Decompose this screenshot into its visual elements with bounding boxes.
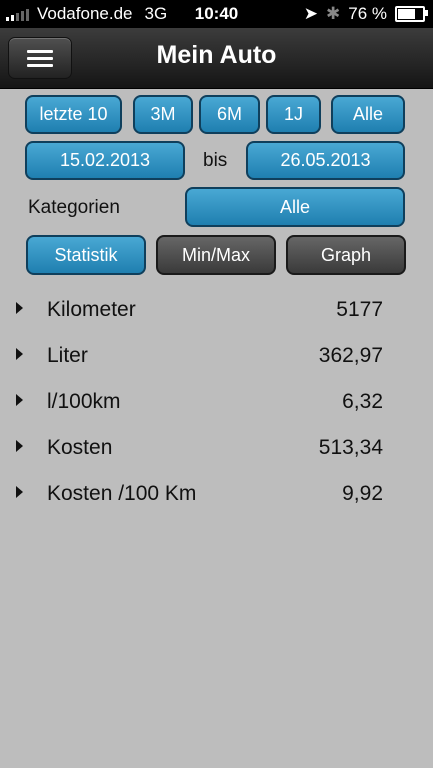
range-button-last10[interactable]: letzte 10 <box>25 95 122 134</box>
disclosure-triangle-icon <box>16 302 23 314</box>
stat-row-kosten[interactable]: Kosten 513,34 <box>0 428 433 468</box>
bluetooth-icon: ✱ <box>326 4 341 23</box>
range-button-alle[interactable]: Alle <box>331 95 405 134</box>
range-button-6m[interactable]: 6M <box>199 95 260 134</box>
stat-value: 9,92 <box>342 482 383 505</box>
stat-name: Liter <box>47 344 88 367</box>
status-right: ➤ ✱ 76 % <box>303 4 428 24</box>
stat-value: 5177 <box>336 298 383 321</box>
stat-row-kosten-100km[interactable]: Kosten /100 Km 9,92 <box>0 474 433 514</box>
disclosure-triangle-icon <box>16 348 23 360</box>
range-button-1j[interactable]: 1J <box>266 95 321 134</box>
date-from-button[interactable]: 15.02.2013 <box>25 141 185 180</box>
tab-minmax[interactable]: Min/Max <box>156 235 276 275</box>
stat-name: Kosten <box>47 436 113 459</box>
battery-icon <box>395 6 428 22</box>
navigation-bar: Mein Auto <box>0 28 433 89</box>
battery-percent: 76 % <box>348 4 387 23</box>
disclosure-triangle-icon <box>16 394 23 406</box>
stat-value: 362,97 <box>318 344 383 367</box>
tab-statistik[interactable]: Statistik <box>26 235 146 275</box>
stat-value: 513,34 <box>318 436 383 459</box>
stat-row-kilometer[interactable]: Kilometer 5177 <box>0 290 433 330</box>
stat-value: 6,32 <box>342 390 383 413</box>
stat-name: Kilometer <box>47 298 136 321</box>
category-select[interactable]: Alle <box>185 187 405 227</box>
disclosure-triangle-icon <box>16 440 23 452</box>
tab-graph[interactable]: Graph <box>286 235 406 275</box>
category-label: Kategorien <box>28 197 120 218</box>
status-bar: Vodafone.de 3G 10:40 ➤ ✱ 76 % <box>0 0 433 28</box>
location-icon: ➤ <box>303 4 318 23</box>
disclosure-triangle-icon <box>16 486 23 498</box>
range-button-3m[interactable]: 3M <box>133 95 193 134</box>
date-to-button[interactable]: 26.05.2013 <box>246 141 405 180</box>
date-separator: bis <box>203 150 228 171</box>
stat-row-liter[interactable]: Liter 362,97 <box>0 336 433 376</box>
stat-name: Kosten /100 Km <box>47 482 197 505</box>
page-title: Mein Auto <box>156 41 277 69</box>
stat-row-l100km[interactable]: l/100km 6,32 <box>0 382 433 422</box>
stat-name: l/100km <box>47 390 121 413</box>
